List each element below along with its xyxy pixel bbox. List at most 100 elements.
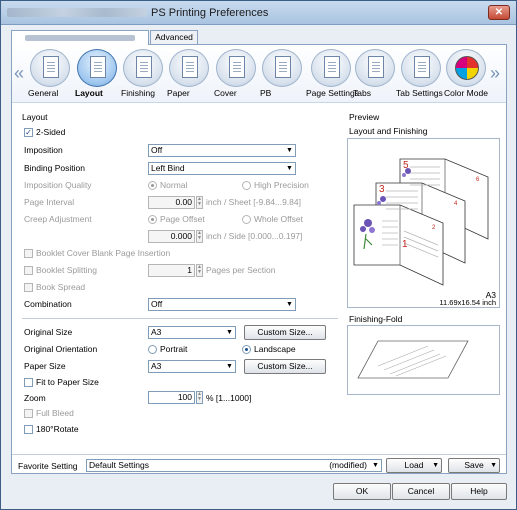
tool-pb[interactable]: PB xyxy=(260,49,304,98)
save-button-label: Save xyxy=(464,460,484,470)
layout-section-title: Layout xyxy=(22,112,48,122)
original-size-value: A3 xyxy=(151,327,162,337)
rotate-180-checkbox[interactable] xyxy=(24,425,33,434)
layout-preview: 5 6 3 4 1 2 A3 11.69x16.54 inch xyxy=(347,138,500,308)
two-sided-checkbox[interactable]: ✓ xyxy=(24,128,33,137)
sheet-front xyxy=(353,204,444,286)
window-title: PS Printing Preferences xyxy=(151,7,269,19)
original-size-label: Original Size xyxy=(24,327,73,337)
creep-value-spinner[interactable]: ▲ ▼ xyxy=(196,230,203,243)
tool-page-settings[interactable]: Page Settings xyxy=(306,49,359,98)
original-custom-size-button[interactable]: Custom Size... xyxy=(244,325,326,340)
close-button[interactable]: ✕ xyxy=(488,5,510,20)
imposition-quality-label: Imposition Quality xyxy=(24,180,92,190)
chevron-down-icon: ▼ xyxy=(286,301,293,308)
creep-page-offset-radio[interactable] xyxy=(148,215,157,224)
finishing-fold-preview xyxy=(347,325,500,395)
zoom-input[interactable]: 100 xyxy=(148,391,195,404)
printing-preferences-window: PS Printing Preferences ✕ Advanced « » G… xyxy=(0,0,517,510)
creep-whole-offset-radio[interactable] xyxy=(242,215,251,224)
tool-tab-settings-label: Tab Settings xyxy=(396,88,443,98)
page-settings-icon xyxy=(311,49,351,87)
booklet-split-unit: Pages per Section xyxy=(206,265,276,275)
cancel-button[interactable]: Cancel xyxy=(392,483,450,500)
tool-layout[interactable]: Layout xyxy=(75,49,119,98)
load-button[interactable]: Load ▼ xyxy=(386,458,442,473)
imposition-value: Off xyxy=(151,145,163,155)
quality-high-radio[interactable] xyxy=(242,181,251,190)
scroll-right-arrow[interactable]: » xyxy=(490,63,500,84)
tool-cover[interactable]: Cover xyxy=(214,49,258,98)
tool-pb-label: PB xyxy=(260,88,272,98)
combination-select[interactable]: Off ▼ xyxy=(148,298,296,311)
paper-custom-size-button[interactable]: Custom Size... xyxy=(244,359,326,374)
booklet-blank-label: Booklet Cover Blank Page Insertion xyxy=(36,248,171,258)
original-size-select[interactable]: A3 ▼ xyxy=(148,326,236,339)
zoom-spinner[interactable]: ▲ ▼ xyxy=(196,391,203,404)
quality-normal-radio[interactable] xyxy=(148,181,157,190)
creep-value-unit: inch / Side [0.000...0.197] xyxy=(206,231,303,241)
booklet-blank-checkbox[interactable] xyxy=(24,249,33,258)
chevron-down-icon: ▼ xyxy=(226,363,233,370)
general-icon xyxy=(30,49,70,87)
zoom-unit: % [1...1000] xyxy=(206,393,252,403)
booklet-split-label: Booklet Splitting xyxy=(36,265,97,275)
booklet-split-input[interactable]: 1 xyxy=(148,264,195,277)
divider xyxy=(22,318,338,319)
favorite-modified-label: (modified) xyxy=(329,460,367,470)
orientation-portrait-radio[interactable] xyxy=(148,345,157,354)
tool-color-mode-label: Color Mode xyxy=(444,88,488,98)
booklet-split-checkbox[interactable] xyxy=(24,266,33,275)
binding-position-label: Binding Position xyxy=(24,163,85,173)
layout-icon xyxy=(77,49,117,87)
pb-icon xyxy=(262,49,302,87)
creep-adjustment-label: Creep Adjustment xyxy=(24,214,92,224)
orientation-portrait-label: Portrait xyxy=(160,344,188,354)
chevron-down-icon[interactable]: ▼ xyxy=(490,459,497,472)
creep-value-input[interactable]: 0.000 xyxy=(148,230,195,243)
book-spread-label: Book Spread xyxy=(36,282,86,292)
tabs-icon xyxy=(355,49,395,87)
tool-finishing[interactable]: Finishing xyxy=(121,49,165,98)
imposition-label: Imposition xyxy=(24,145,63,155)
full-bleed-label: Full Bleed xyxy=(36,408,74,418)
fit-to-paper-label: Fit to Paper Size xyxy=(36,377,99,387)
favorite-setting-select[interactable]: Default Settings (modified) ▼ xyxy=(86,459,382,472)
binding-position-select[interactable]: Left Bind ▼ xyxy=(148,162,296,175)
cover-icon xyxy=(216,49,256,87)
fit-to-paper-checkbox[interactable] xyxy=(24,378,33,387)
finishing-fold-title: Finishing-Fold xyxy=(349,314,403,324)
tool-page-settings-label: Page Settings xyxy=(306,88,359,98)
tool-layout-label: Layout xyxy=(75,88,103,98)
paper-size-select[interactable]: A3 ▼ xyxy=(148,360,236,373)
booklet-split-spinner[interactable]: ▲ ▼ xyxy=(196,264,203,277)
book-spread-checkbox[interactable] xyxy=(24,283,33,292)
save-button[interactable]: Save ▼ xyxy=(448,458,500,473)
load-button-label: Load xyxy=(404,460,424,470)
page-number-1: 1 xyxy=(402,239,408,250)
scroll-left-arrow[interactable]: « xyxy=(14,63,24,84)
tab-content: « » General Layout Finishing Paper Cover xyxy=(11,44,507,474)
tool-tabs[interactable]: Tabs xyxy=(353,49,397,98)
tool-color-mode[interactable]: Color Mode xyxy=(444,49,488,98)
paper-dimensions: 11.69x16.54 inch xyxy=(439,298,496,307)
tool-cover-label: Cover xyxy=(214,88,237,98)
chevron-down-icon[interactable]: ▼ xyxy=(432,459,439,472)
title-bar: PS Printing Preferences ✕ xyxy=(1,1,516,25)
imposition-select[interactable]: Off ▼ xyxy=(148,144,296,157)
page-interval-spinner[interactable]: ▲ ▼ xyxy=(196,196,203,209)
quality-normal-label: Normal xyxy=(160,180,188,190)
full-bleed-checkbox[interactable] xyxy=(24,409,33,418)
tab-printer[interactable] xyxy=(11,30,149,45)
help-button[interactable]: Help xyxy=(451,483,507,500)
tool-general-label: General xyxy=(28,88,59,98)
tab-advanced[interactable]: Advanced xyxy=(150,30,198,44)
page-interval-input[interactable]: 0.00 xyxy=(148,196,195,209)
ok-button[interactable]: OK xyxy=(333,483,391,500)
tool-general[interactable]: General xyxy=(28,49,72,98)
orientation-landscape-radio[interactable] xyxy=(242,345,251,354)
page-interval-label: Page Interval xyxy=(24,197,75,207)
quality-high-label: High Precision xyxy=(254,180,309,190)
tool-paper[interactable]: Paper xyxy=(167,49,211,98)
tool-tab-settings[interactable]: Tab Settings xyxy=(396,49,446,98)
